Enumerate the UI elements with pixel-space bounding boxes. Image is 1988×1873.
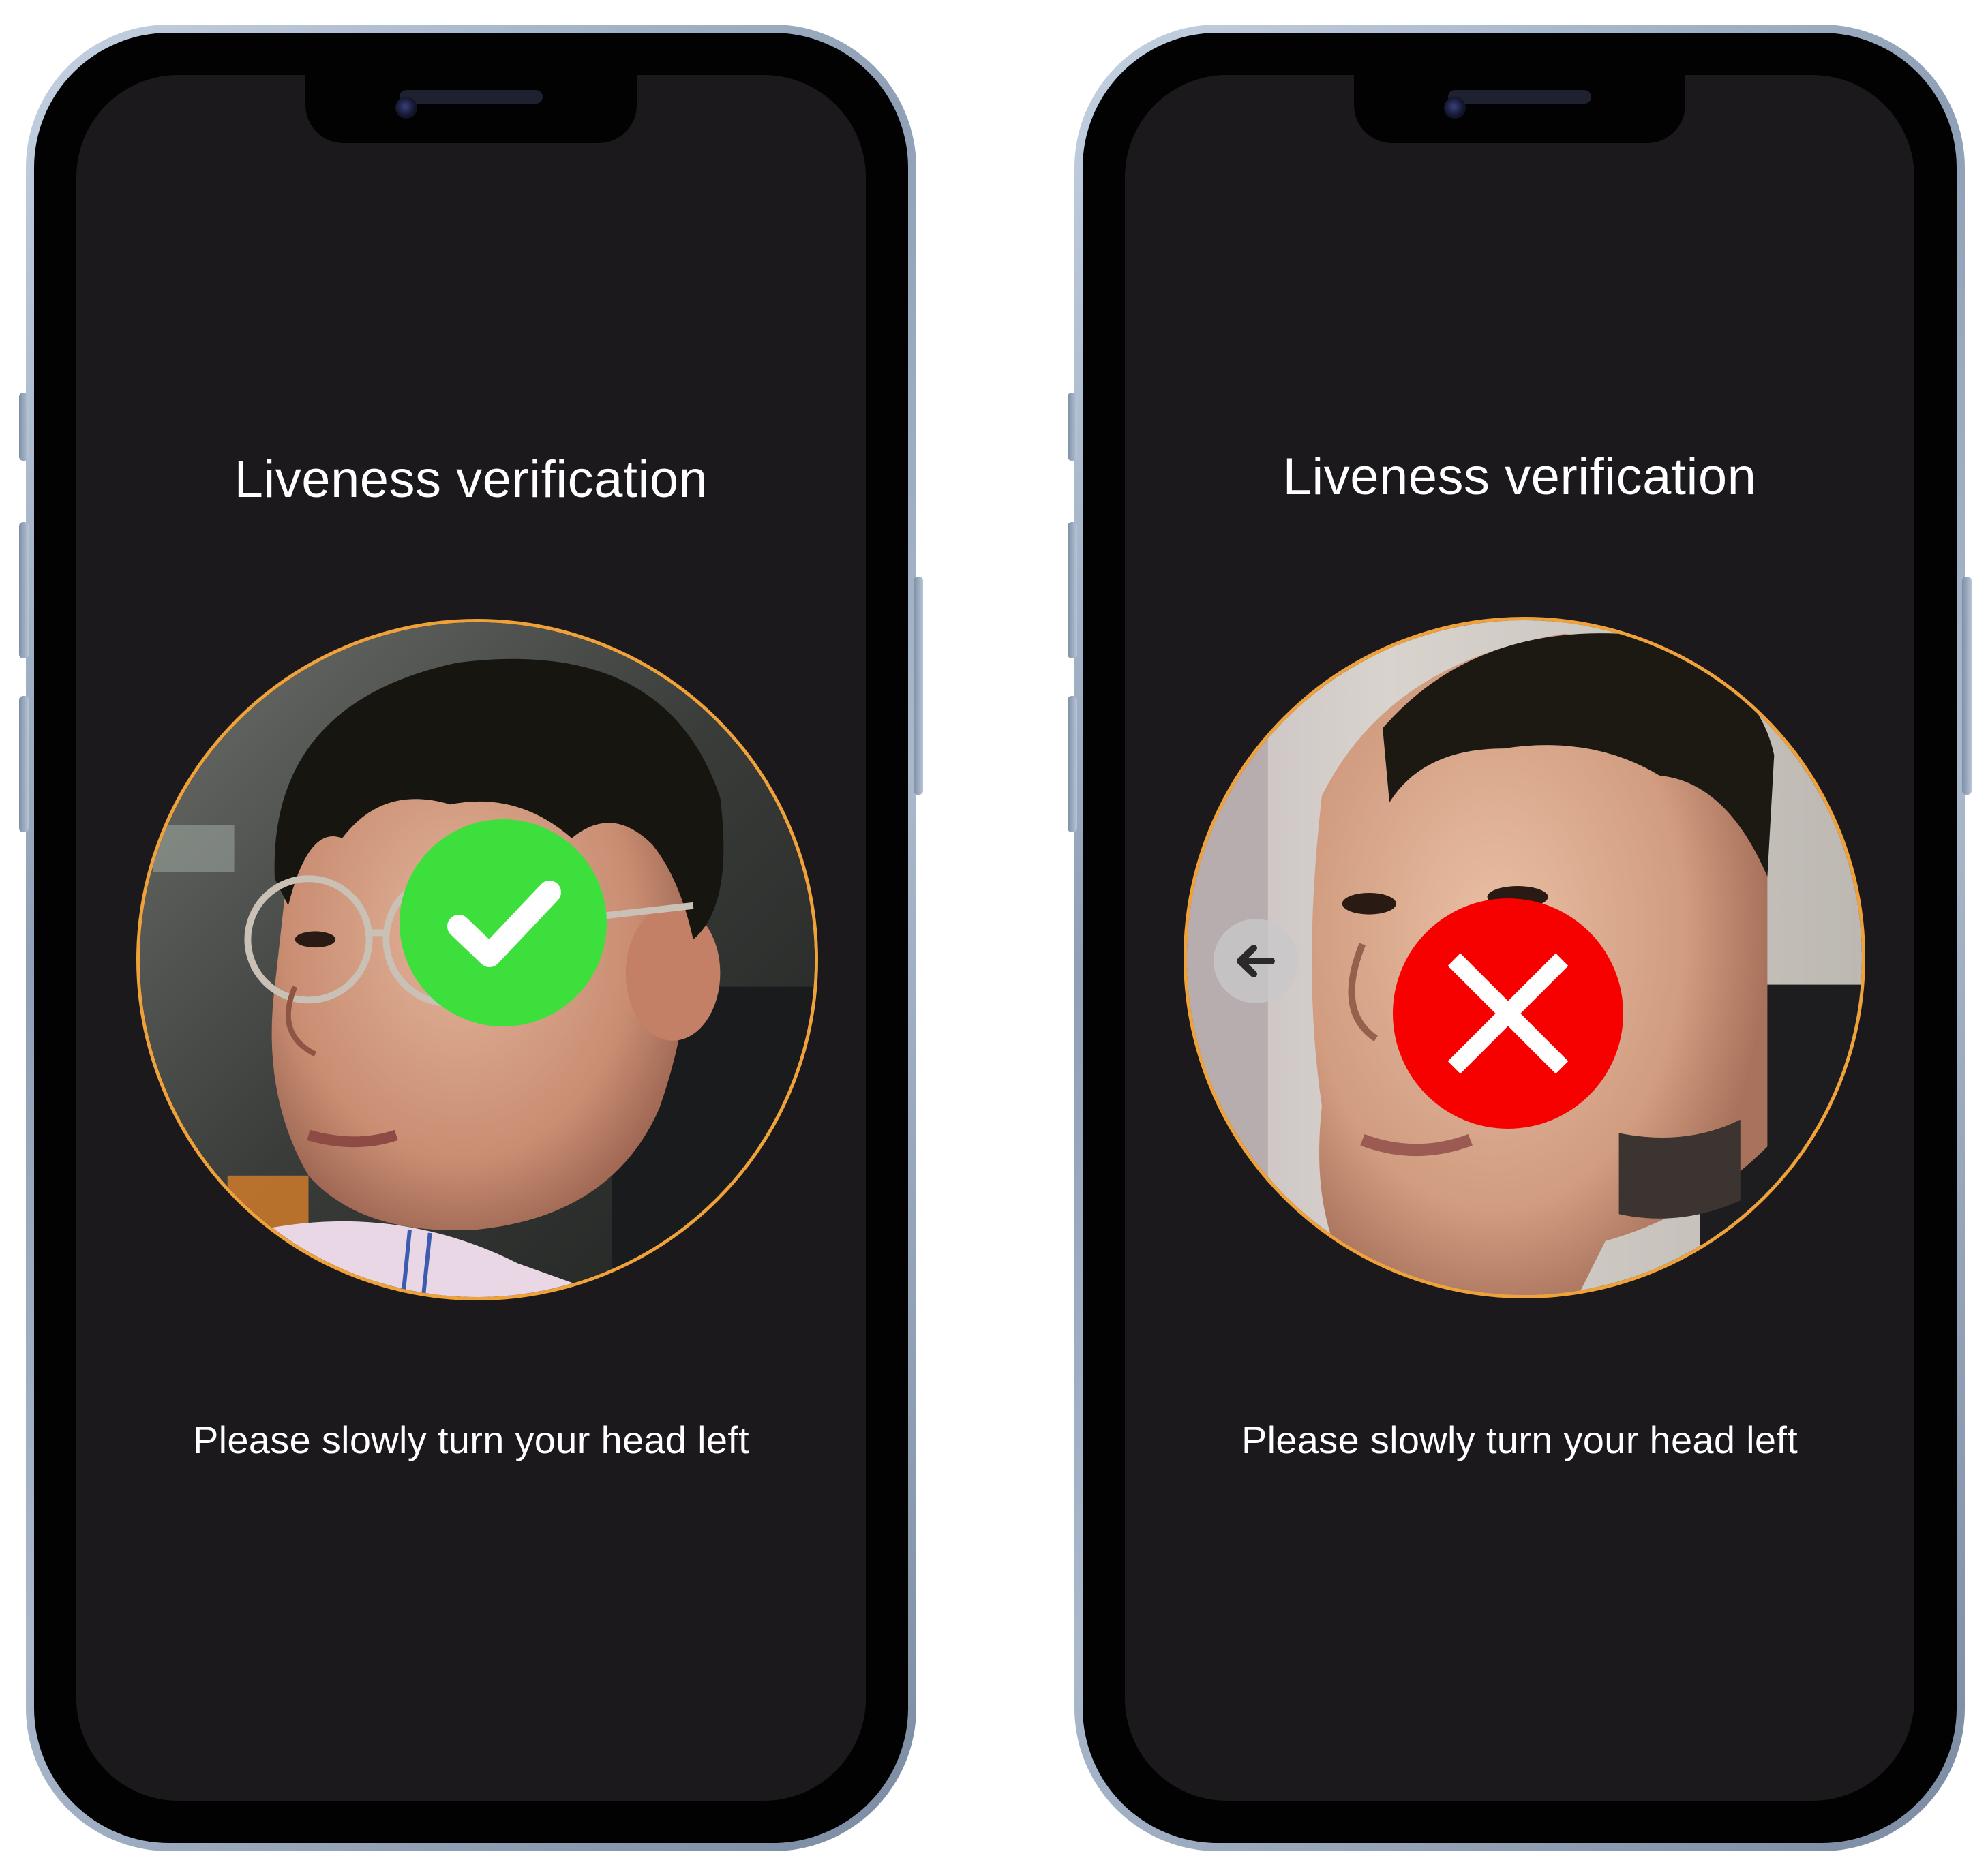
mute-switch	[19, 393, 29, 461]
phone-mockup-pass: Liveness verification Please slowly turn…	[19, 25, 923, 1851]
power-button	[1962, 577, 1972, 795]
earpiece	[1448, 90, 1591, 104]
liveness-screen: Liveness verification Please slowly turn…	[76, 75, 866, 1801]
success-badge	[400, 819, 607, 1026]
notch	[1354, 75, 1685, 143]
earpiece	[400, 90, 543, 104]
instruction-text: Please slowly turn your head left	[192, 1418, 750, 1461]
notch	[305, 75, 637, 143]
page-title: Liveness verification	[234, 451, 708, 508]
volume-up-button	[19, 522, 29, 658]
turn-left-hint	[1214, 919, 1298, 1003]
instruction-text: Please slowly turn your head left	[1241, 1418, 1798, 1461]
volume-down-button	[19, 696, 29, 832]
volume-up-button	[1068, 522, 1077, 658]
front-camera-icon	[1444, 97, 1466, 119]
arrow-left-icon	[1237, 945, 1275, 977]
checkmark-icon	[447, 881, 561, 967]
volume-down-button	[1068, 696, 1077, 832]
front-camera-icon	[395, 97, 417, 119]
mute-switch	[1068, 393, 1077, 461]
x-mark-icon	[1447, 953, 1569, 1074]
power-button	[914, 577, 923, 795]
page-title: Liveness verification	[1282, 448, 1757, 506]
phone-bezel: Liveness verification Please slowly turn…	[34, 33, 908, 1843]
failure-badge-overlay	[1393, 898, 1623, 1129]
